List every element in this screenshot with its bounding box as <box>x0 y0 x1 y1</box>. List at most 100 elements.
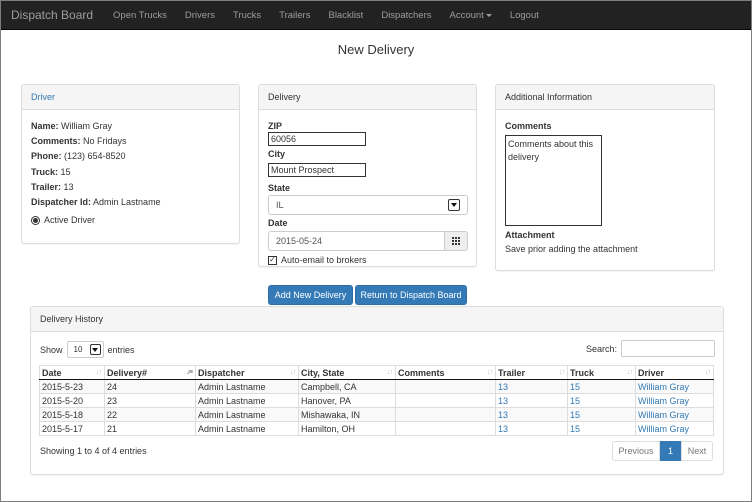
sort-icon: ↓↑ <box>627 369 633 376</box>
brand-link[interactable]: Dispatch Board <box>1 8 103 22</box>
cell-date: 2015-5-17 <box>39 421 105 436</box>
entries-label: entries <box>107 344 135 355</box>
pagination: Previous 1 Next <box>612 441 713 461</box>
sort-icon: ↓↑ <box>387 369 393 376</box>
caret-down-icon <box>485 13 492 17</box>
driver-trailer-label: Trailer: <box>31 181 62 192</box>
sort-desc-icon: ↓≡ <box>186 369 193 376</box>
col-header-truck[interactable]: Truck ↓↑ <box>567 365 636 380</box>
date-picker: 2015-05-24 <box>268 231 468 251</box>
cell-trailer-link[interactable]: 13 <box>495 379 568 394</box>
table-row: 2015-5-23 24 Admin Lastname Campbell, CA… <box>39 379 714 394</box>
nav-dispatchers[interactable]: Dispatchers <box>372 10 440 21</box>
col-header-city-state[interactable]: City, State ↓↑ <box>298 365 396 380</box>
chevron-down-icon <box>89 344 101 355</box>
cell-city-state: Campbell, CA <box>298 379 396 394</box>
driver-comments-label: Comments: <box>31 136 81 147</box>
col-header-driver[interactable]: Driver ↓↑ <box>635 365 714 380</box>
cell-delivery: 24 <box>104 379 196 394</box>
show-label: Show <box>40 344 63 355</box>
driver-heading-link[interactable]: Driver <box>31 92 55 102</box>
cell-city-state: Hanover, PA <box>298 393 396 408</box>
nav-logout[interactable]: Logout <box>501 10 548 21</box>
date-input[interactable]: 2015-05-24 <box>268 231 444 251</box>
cell-truck-link[interactable]: 15 <box>567 379 636 394</box>
cell-delivery: 21 <box>104 421 196 436</box>
driver-trailer-row: Trailer: 13 <box>31 180 230 195</box>
cell-date: 2015-5-18 <box>39 407 105 422</box>
calendar-icon[interactable] <box>444 231 468 251</box>
cell-truck-link[interactable]: 15 <box>567 421 636 436</box>
cell-city-state: Mishawaka, IN <box>298 407 396 422</box>
col-header-comments[interactable]: Comments ↓↑ <box>395 365 496 380</box>
cell-dispatcher: Admin Lastname <box>195 421 299 436</box>
cell-trailer-link[interactable]: 13 <box>495 407 568 422</box>
cell-truck-link[interactable]: 15 <box>567 407 636 422</box>
cell-dispatcher: Admin Lastname <box>195 379 299 394</box>
col-header-date[interactable]: Date ↓↑ <box>39 365 105 380</box>
cell-driver-link[interactable]: William Gray <box>635 393 714 408</box>
state-value: IL <box>276 200 284 210</box>
nav-account-label: Account <box>449 9 484 21</box>
driver-comments-row: Comments: No Fridays <box>31 134 230 149</box>
col-header-delivery[interactable]: Delivery# ↓≡ <box>104 365 196 380</box>
sort-icon: ↓↑ <box>487 369 493 376</box>
pagination-previous[interactable]: Previous <box>612 441 660 461</box>
driver-name-row: Name: William Gray <box>31 119 230 134</box>
table-row: 2015-5-17 21 Admin Lastname Hamilton, OH… <box>39 421 714 436</box>
add-new-delivery-button[interactable]: Add New Delivery <box>268 285 353 305</box>
driver-trailer: 13 <box>63 181 74 192</box>
additional-info-panel: Additional Information Comments Comments… <box>495 84 715 271</box>
driver-dispatcher-row: Dispatcher Id: Admin Lastname <box>31 195 230 210</box>
search-input[interactable] <box>621 340 716 357</box>
nav-account-dropdown[interactable]: Account <box>441 10 501 21</box>
city-label: City <box>268 149 286 159</box>
nav-drivers[interactable]: Drivers <box>176 10 224 21</box>
nav-open-trucks[interactable]: Open Trucks <box>104 10 176 21</box>
col-header-dispatcher[interactable]: Dispatcher ↓↑ <box>195 365 299 380</box>
state-select[interactable]: IL <box>268 195 468 215</box>
cell-trailer-link[interactable]: 13 <box>495 393 568 408</box>
delivery-panel-heading: Delivery <box>259 85 476 110</box>
state-label: State <box>268 183 291 193</box>
auto-email-checkbox[interactable]: ✓ <box>268 255 277 265</box>
city-input[interactable]: Mount Prospect <box>268 163 366 177</box>
cell-dispatcher: Admin Lastname <box>195 407 299 422</box>
driver-phone-row: Phone: (123) 654-8520 <box>31 149 230 164</box>
col-label: Comments <box>398 367 445 378</box>
table-row: 2015-5-20 23 Admin Lastname Hanover, PA … <box>39 393 714 408</box>
zip-input[interactable]: 60056 <box>268 132 366 146</box>
col-label: Trailer <box>498 367 526 378</box>
additional-info-heading: Additional Information <box>496 85 714 110</box>
nav-trucks[interactable]: Trucks <box>224 10 270 21</box>
cell-driver-link[interactable]: William Gray <box>635 407 714 422</box>
cell-driver-link[interactable]: William Gray <box>635 421 714 436</box>
auto-email-row: ✓ Auto-email to brokers <box>268 255 467 265</box>
cell-trailer-link[interactable]: 13 <box>495 421 568 436</box>
comments-textarea[interactable]: Comments about this delivery <box>505 135 602 226</box>
pagination-next[interactable]: Next <box>681 441 713 461</box>
delivery-history-table: Date ↓↑ Delivery# ↓≡ Dispatcher ↓↑ City, St… <box>39 365 714 436</box>
return-to-dispatch-button[interactable]: Return to Dispatch Board <box>355 285 467 305</box>
delivery-history-heading: Delivery History <box>31 307 723 332</box>
attachment-label: Attachment <box>505 230 555 240</box>
col-label: Driver <box>638 367 665 378</box>
pagination-page-1[interactable]: 1 <box>660 441 681 461</box>
nav-blacklist[interactable]: Blacklist <box>319 10 372 21</box>
nav-trailers[interactable]: Trailers <box>270 10 319 21</box>
col-header-trailer[interactable]: Trailer ↓↑ <box>495 365 568 380</box>
radio-dot-icon <box>33 217 38 223</box>
navbar: Dispatch Board Open Trucks Drivers Truck… <box>1 1 751 30</box>
entries-select[interactable]: 10 <box>66 341 104 358</box>
chevron-down-icon <box>448 199 460 211</box>
active-driver-radio[interactable] <box>31 215 40 225</box>
auto-email-label: Auto-email to brokers <box>281 255 367 265</box>
cell-driver-link[interactable]: William Gray <box>635 379 714 394</box>
cell-delivery: 23 <box>104 393 196 408</box>
cell-dispatcher: Admin Lastname <box>195 393 299 408</box>
col-label: Dispatcher <box>198 367 245 378</box>
col-label: City, State <box>301 367 345 378</box>
cell-comments <box>395 421 496 436</box>
col-label: Truck <box>570 367 595 378</box>
cell-truck-link[interactable]: 15 <box>567 393 636 408</box>
